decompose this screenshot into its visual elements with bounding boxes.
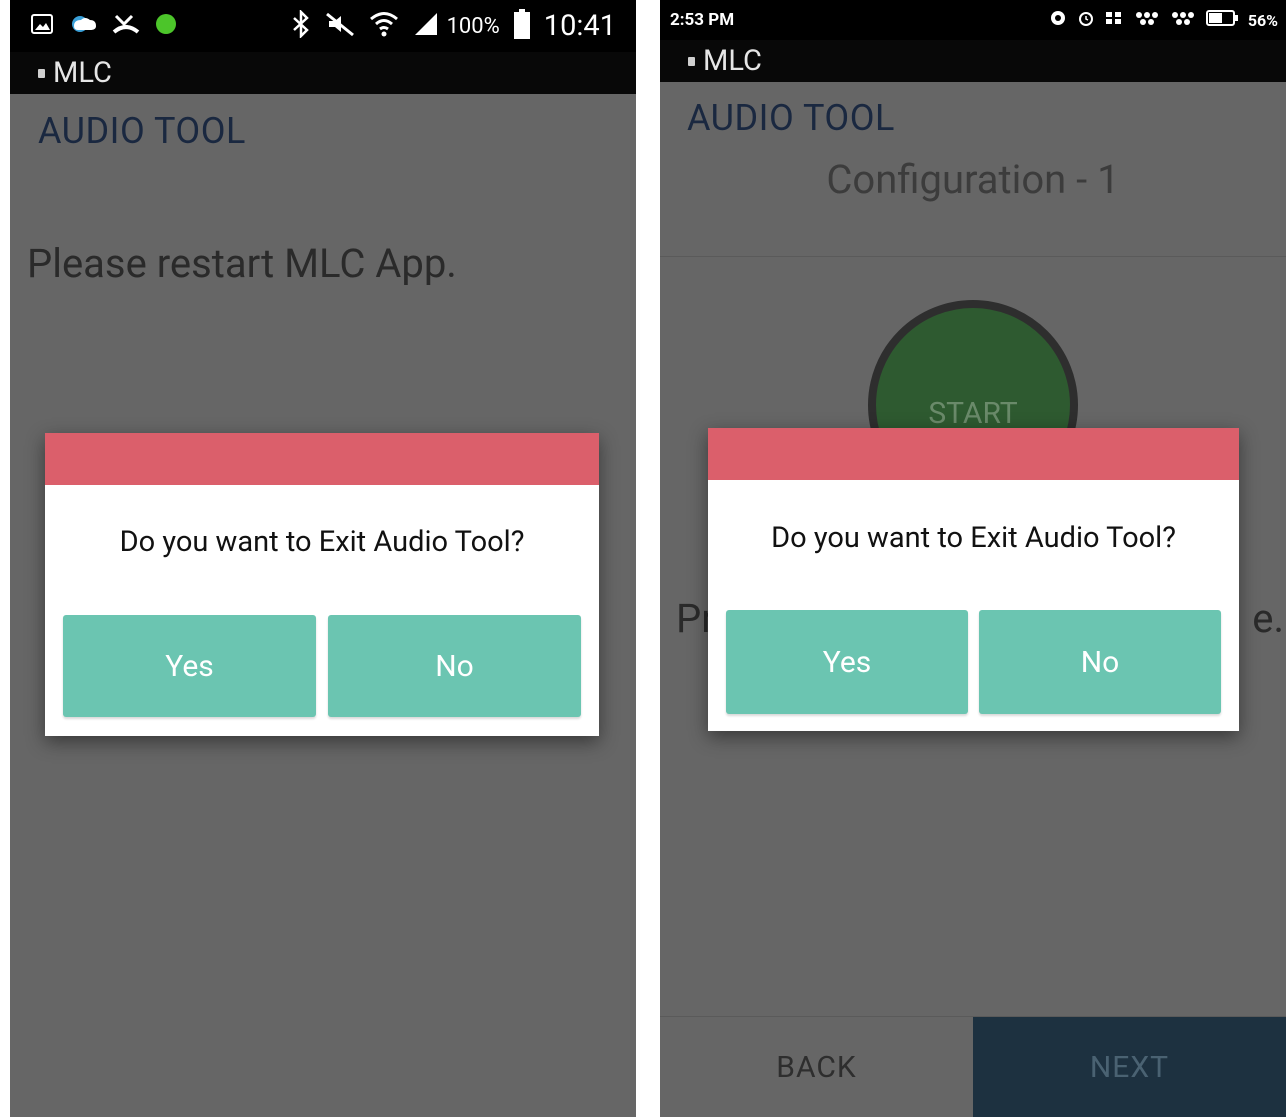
left-phone-screen: 100% 10:41 MLC AUDIO TOOL Please restart…: [10, 0, 636, 1117]
app-bar: MLC: [660, 40, 1286, 82]
bottom-nav: BACK NEXT: [660, 1016, 1286, 1117]
wifi-icon: [369, 10, 399, 42]
dialog-header: [45, 433, 599, 485]
start-label: START: [928, 396, 1018, 431]
page-title: AUDIO TOOL: [687, 97, 895, 139]
green-dot-icon: [154, 12, 178, 40]
battery-icon: [1205, 10, 1238, 30]
status-bar: 2:53 PM 56%: [660, 0, 1286, 40]
no-button[interactable]: No: [328, 615, 581, 717]
dialog-question: Do you want to Exit Audio Tool?: [771, 521, 1176, 555]
bluetooth-icon: [291, 8, 311, 42]
mute-icon: [325, 11, 355, 41]
partial-text-right: e.: [1252, 595, 1284, 642]
status-bar: 100% 10:41: [10, 0, 636, 52]
exit-dialog: Do you want to Exit Audio Tool? Yes No: [45, 433, 599, 736]
app-name: MLC: [703, 44, 762, 78]
right-phone-screen: 2:53 PM 56% MLC AUDIO TOOL Configuration…: [660, 0, 1286, 1117]
app-icon: [688, 56, 695, 66]
dialog-header: [708, 428, 1239, 480]
battery-percent: 100%: [446, 13, 500, 39]
battery-icon: [513, 9, 530, 43]
app-notification-icon: [1048, 10, 1068, 30]
signal-icon: [413, 11, 439, 41]
exit-dialog: Do you want to Exit Audio Tool? Yes No: [708, 428, 1239, 731]
status-time: 2:53 PM: [670, 10, 735, 30]
no-button[interactable]: No: [979, 610, 1221, 714]
app-bar: MLC: [10, 52, 636, 94]
restart-message: Please restart MLC App.: [27, 240, 457, 287]
configuration-title: Configuration - 1: [826, 156, 1120, 203]
status-time: 10:41: [543, 9, 616, 43]
app-notification-icon: [1170, 10, 1196, 30]
next-button[interactable]: NEXT: [973, 1017, 1286, 1117]
app-icon: [38, 68, 45, 78]
weather-icon: [68, 12, 98, 40]
yes-button[interactable]: Yes: [63, 615, 316, 717]
yes-button[interactable]: Yes: [726, 610, 968, 714]
battery-percent: 56%: [1247, 10, 1278, 30]
alarm-icon: [1078, 10, 1094, 30]
app-name: MLC: [53, 56, 112, 90]
divider: [660, 256, 1286, 257]
back-button[interactable]: BACK: [660, 1017, 973, 1117]
page-title: AUDIO TOOL: [38, 110, 246, 152]
gallery-icon: [30, 12, 54, 40]
missed-call-icon: [112, 12, 140, 40]
dialog-question: Do you want to Exit Audio Tool?: [119, 525, 525, 559]
app-notification-icon: [1134, 10, 1160, 30]
app-notification-icon: [1104, 10, 1124, 30]
